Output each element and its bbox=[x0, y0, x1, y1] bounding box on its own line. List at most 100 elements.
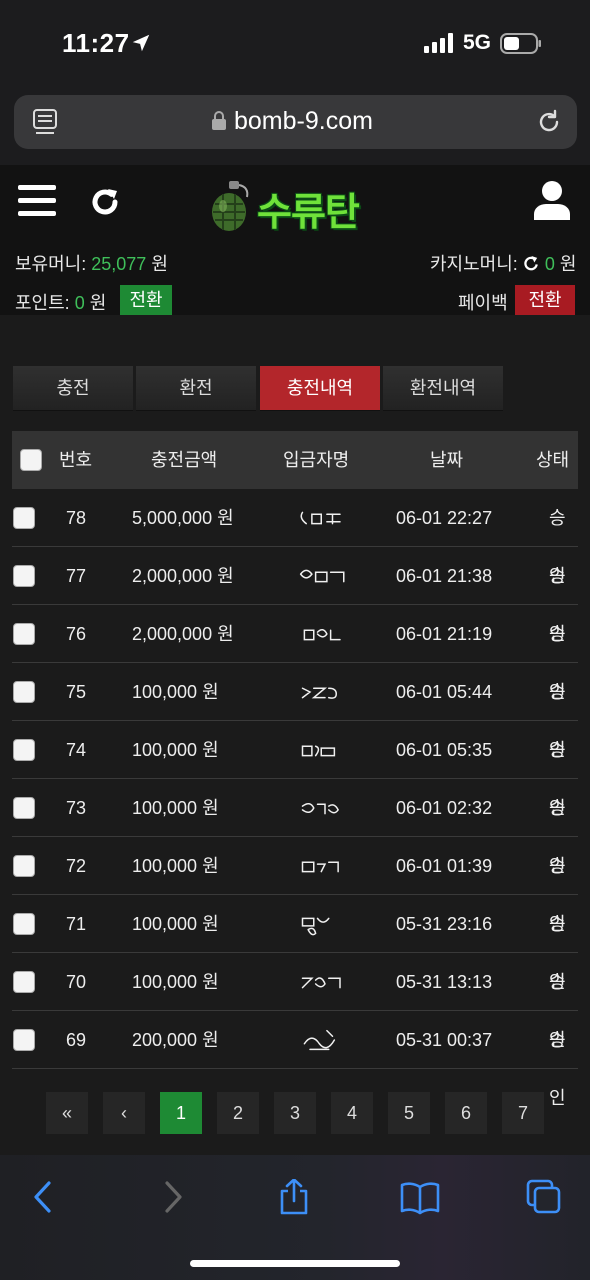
holding-money-unit: 원 bbox=[151, 254, 168, 274]
network-type: 5G bbox=[463, 31, 492, 54]
casino-money-label: 카지노머니: bbox=[430, 254, 518, 274]
back-icon[interactable] bbox=[24, 1179, 64, 1215]
row-date: 06-01 01:39 bbox=[396, 856, 493, 876]
redacted-depositor-name bbox=[301, 687, 338, 699]
bookmarks-icon[interactable] bbox=[400, 1179, 440, 1215]
tab-exchange[interactable]: 환전 bbox=[136, 366, 256, 411]
battery-icon bbox=[500, 33, 541, 54]
row-checkbox[interactable] bbox=[13, 681, 35, 703]
grenade-icon bbox=[212, 181, 249, 231]
page-1-button[interactable]: 1 bbox=[160, 1092, 202, 1134]
home-indicator bbox=[190, 1260, 400, 1267]
redacted-depositor-name bbox=[301, 977, 341, 989]
user-account-icon[interactable] bbox=[533, 180, 571, 220]
row-number: 75 bbox=[66, 682, 87, 702]
tabs-icon[interactable] bbox=[524, 1179, 564, 1215]
row-checkbox[interactable] bbox=[13, 913, 35, 935]
location-arrow-icon bbox=[132, 34, 150, 52]
points-unit: 원 bbox=[89, 293, 107, 313]
row-checkbox[interactable] bbox=[13, 623, 35, 645]
holding-money-value: 25,077 bbox=[91, 254, 147, 274]
page-3-button[interactable]: 3 bbox=[274, 1092, 316, 1134]
header-number: 번호 bbox=[59, 450, 93, 470]
row-checkbox[interactable] bbox=[13, 1029, 35, 1051]
redacted-depositor-name bbox=[299, 569, 345, 583]
page-7-button[interactable]: 7 bbox=[502, 1092, 544, 1134]
reload-icon[interactable] bbox=[535, 108, 563, 136]
first-page-button[interactable]: « bbox=[46, 1092, 88, 1134]
table-header: 번호 충전금액 입금자명 날짜 상태 bbox=[12, 431, 578, 489]
row-checkbox[interactable] bbox=[13, 855, 35, 877]
pagination: « ‹ 1 2 3 4 5 6 7 bbox=[0, 1092, 590, 1155]
row-number: 69 bbox=[66, 1030, 87, 1050]
redacted-depositor-name bbox=[301, 861, 339, 873]
row-amount: 100,000 원 bbox=[132, 740, 219, 760]
row-number: 78 bbox=[66, 508, 87, 528]
status-time: 11:27 bbox=[62, 28, 130, 58]
row-date: 06-01 05:44 bbox=[396, 682, 493, 702]
points: 포인트: 0 원 bbox=[15, 289, 106, 315]
site-logo[interactable]: 수류탄 bbox=[205, 177, 390, 235]
redacted-depositor-name bbox=[300, 511, 341, 525]
reader-view-icon[interactable] bbox=[32, 108, 58, 136]
redacted-depositor-name bbox=[301, 917, 330, 936]
tab-charge[interactable]: 충전 bbox=[13, 366, 133, 411]
header-status: 상태 bbox=[536, 450, 570, 470]
row-checkbox[interactable] bbox=[13, 797, 35, 819]
redacted-depositor-name bbox=[303, 629, 341, 641]
forward-icon[interactable] bbox=[152, 1179, 192, 1215]
row-number: 74 bbox=[66, 740, 87, 760]
hamburger-menu-icon[interactable] bbox=[18, 184, 56, 218]
row-amount: 2,000,000 원 bbox=[132, 624, 234, 644]
share-icon[interactable] bbox=[274, 1179, 314, 1215]
site-header: 수류탄 보유머니: 25,077 원 카지노머니: 0 원 포인트: 0 원 전… bbox=[0, 165, 590, 315]
payback-label: 페이백 bbox=[458, 293, 508, 313]
page-2-button[interactable]: 2 bbox=[217, 1092, 259, 1134]
row-date: 06-01 02:32 bbox=[396, 798, 493, 818]
page-4-button[interactable]: 4 bbox=[331, 1092, 373, 1134]
row-checkbox[interactable] bbox=[13, 971, 35, 993]
points-label: 포인트: bbox=[15, 293, 70, 313]
casino-refresh-icon[interactable] bbox=[523, 255, 540, 272]
header-depositor: 입금자명 bbox=[283, 450, 350, 470]
casino-money-unit: 원 bbox=[559, 254, 577, 274]
url-text[interactable]: bomb-9.com bbox=[234, 107, 373, 136]
payback-convert-button[interactable]: 전환 bbox=[515, 285, 575, 315]
prev-page-button[interactable]: ‹ bbox=[103, 1092, 145, 1134]
header-amount: 충전금액 bbox=[151, 450, 218, 470]
table-row: 74 100,000 원 06-01 05:35 승인 bbox=[12, 721, 578, 818]
tab-exchange-history[interactable]: 환전내역 bbox=[383, 366, 503, 411]
row-number: 77 bbox=[66, 566, 87, 586]
row-amount: 100,000 원 bbox=[132, 798, 219, 818]
row-amount: 100,000 원 bbox=[132, 682, 219, 702]
logo-text: 수류탄 bbox=[257, 190, 360, 234]
page-5-button[interactable]: 5 bbox=[388, 1092, 430, 1134]
holding-money-label: 보유머니: bbox=[15, 254, 87, 274]
tab-charge-history[interactable]: 충전내역 bbox=[260, 366, 380, 411]
select-all-checkbox[interactable] bbox=[20, 449, 42, 471]
points-convert-button[interactable]: 전환 bbox=[120, 285, 172, 315]
table-row: 78 5,000,000 원 06-01 22:27 승인 bbox=[12, 489, 578, 586]
row-number: 76 bbox=[66, 624, 87, 644]
status-bar: 11:27 5G bbox=[0, 0, 590, 90]
row-checkbox[interactable] bbox=[13, 507, 35, 529]
row-amount: 100,000 원 bbox=[132, 914, 219, 934]
table-row: 76 2,000,000 원 06-01 21:19 승인 bbox=[12, 605, 578, 702]
row-date: 05-31 23:16 bbox=[396, 914, 493, 934]
refresh-icon[interactable] bbox=[88, 185, 122, 219]
page-6-button[interactable]: 6 bbox=[445, 1092, 487, 1134]
table-body: 78 5,000,000 원 06-01 22:27 승인 77 2,000,000 원 0… bbox=[12, 489, 578, 1108]
lock-icon bbox=[212, 111, 226, 130]
row-checkbox[interactable] bbox=[13, 565, 35, 587]
browser-toolbar bbox=[0, 1155, 590, 1280]
row-number: 70 bbox=[66, 972, 87, 992]
table-row: 69 200,000 원 05-31 00:37 승인 bbox=[12, 1011, 578, 1108]
address-bar[interactable]: bomb-9.com bbox=[14, 95, 577, 149]
row-checkbox[interactable] bbox=[13, 739, 35, 761]
content-area: 충전 환전 충전내역 환전내역 번호 충전금액 입금자명 날짜 상태 78 5,0… bbox=[0, 315, 590, 1155]
row-number: 73 bbox=[66, 798, 87, 818]
row-amount: 100,000 원 bbox=[132, 972, 219, 992]
row-number: 72 bbox=[66, 856, 87, 876]
table-row: 71 100,000 원 05-31 23:16 승인 bbox=[12, 895, 578, 992]
row-date: 06-01 21:38 bbox=[396, 566, 493, 586]
